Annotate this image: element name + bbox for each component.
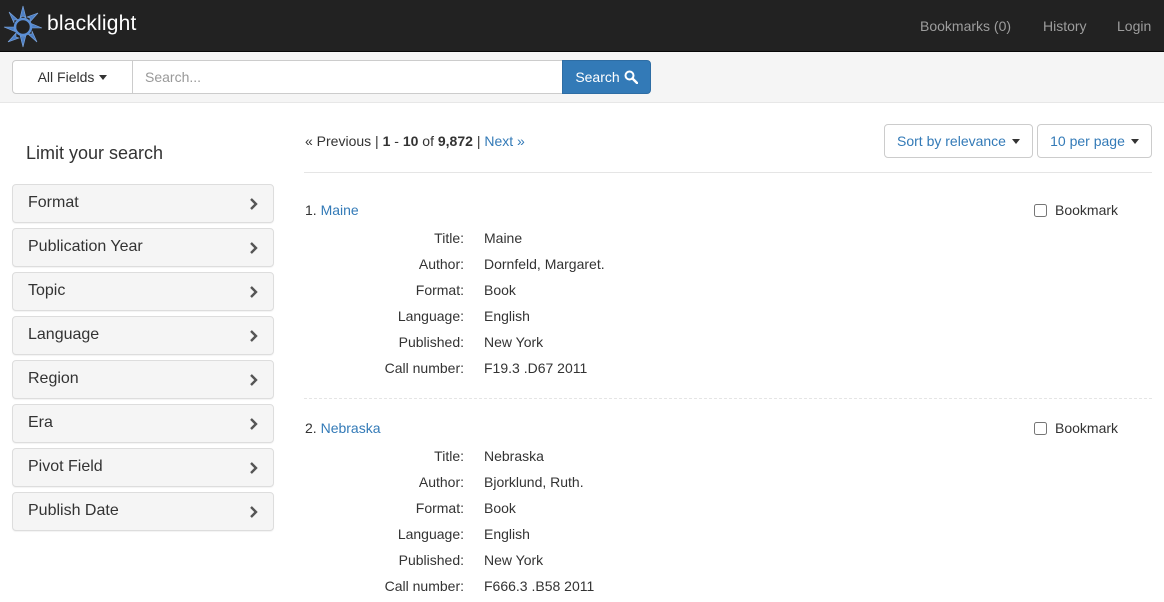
facet-publish-date[interactable]: Publish Date [12,492,274,531]
document-title: 1. Maine [305,202,359,218]
facet-label: Publication Year [28,238,143,255]
language-value: English [484,526,530,542]
document-title: 2. Nebraska [305,420,381,436]
chevron-right-icon [250,286,258,298]
call-number-label: Call number: [384,360,464,376]
search-button-label: Search [575,69,620,85]
facet-format[interactable]: Format [12,184,274,223]
range-start: 1 [382,133,391,149]
published-value: New York [484,552,544,568]
sort-dropdown[interactable]: Sort by relevance [884,124,1033,158]
search-input[interactable] [132,60,563,94]
chevron-right-icon [250,418,258,430]
document-title-link[interactable]: Maine [321,202,359,218]
call-number-label: Call number: [384,578,464,594]
facet-label: Format [28,194,79,211]
facet-label: Region [28,370,79,387]
blacklight-logo-icon[interactable] [2,4,44,48]
bookmark-label: Bookmark [1055,420,1119,436]
bookmark-toggle[interactable]: Bookmark [1034,202,1118,218]
nav-bookmarks-link[interactable]: Bookmarks (0) [920,18,1011,34]
nav-history-link[interactable]: History [1043,18,1087,34]
pagination: « Previous | 1 - 10 of 9,872 | Next » [305,133,525,149]
format-label: Format: [415,500,464,516]
bookmark-checkbox[interactable] [1034,203,1047,217]
bookmark-toggle[interactable]: Bookmark [1034,420,1118,436]
nav-login-link[interactable]: Login [1117,18,1151,34]
author-value: Bjorklund, Ruth. [484,474,584,490]
call-number-value: F666.3 .B58 2011 [484,578,595,594]
bookmark-label: Bookmark [1055,202,1119,218]
document-title-link[interactable]: Nebraska [321,420,381,436]
limit-search-heading: Limit your search [26,143,164,163]
call-number-value: F19.3 .D67 2011 [484,360,588,376]
pager-separator: | [375,133,379,149]
caret-down-icon [1011,138,1020,144]
facet-topic[interactable]: Topic [12,272,274,311]
chevron-right-icon [250,506,258,518]
range-of: of [422,133,434,149]
language-label: Language: [397,526,464,542]
facet-label: Topic [28,282,66,299]
next-link[interactable]: Next » [484,133,524,149]
chevron-right-icon [250,374,258,386]
facet-label: Pivot Field [28,458,103,475]
title-label: Title: [434,448,464,464]
title-value: Nebraska [484,448,544,464]
facet-era[interactable]: Era [12,404,274,443]
facet-label: Publish Date [28,502,119,519]
caret-down-icon [99,74,108,80]
search-field-select-label: All Fields [37,69,95,85]
previous-link: « Previous [305,133,372,149]
per-page-dropdown-label: 10 per page [1050,133,1125,149]
top-navbar: blacklight Bookmarks (0) History Login [0,0,1164,52]
format-value: Book [484,500,516,516]
bookmark-checkbox[interactable] [1034,421,1047,435]
facet-region[interactable]: Region [12,360,274,399]
range-end: 10 [402,133,419,149]
range-dash: - [394,133,399,149]
facet-publication-year[interactable]: Publication Year [12,228,274,267]
search-field-select[interactable]: All Fields [12,60,133,94]
published-label: Published: [398,552,464,568]
facet-pivot-field[interactable]: Pivot Field [12,448,274,487]
chevron-right-icon [250,242,258,254]
document-index: 1. [305,202,317,218]
chevron-right-icon [250,198,258,210]
published-label: Published: [398,334,464,350]
document-divider [304,398,1152,399]
pager-separator: | [476,133,481,149]
sort-dropdown-label: Sort by relevance [897,133,1006,149]
document-index: 2. [305,420,317,436]
chevron-right-icon [250,330,258,342]
format-label: Format: [415,282,464,298]
per-page-dropdown[interactable]: 10 per page [1037,124,1152,158]
chevron-right-icon [250,462,258,474]
brand-name[interactable]: blacklight [47,12,137,36]
search-button[interactable]: Search [562,60,651,94]
total-count: 9,872 [437,133,473,149]
author-label: Author: [418,474,464,490]
language-value: English [484,308,530,324]
results-divider [304,172,1152,173]
facet-label: Language [28,326,100,343]
language-label: Language: [397,308,464,324]
author-label: Author: [418,256,464,272]
caret-down-icon [1130,138,1139,144]
facet-label: Era [28,414,53,431]
author-value: Dornfeld, Margaret. [484,256,605,272]
search-icon [624,70,638,84]
format-value: Book [484,282,516,298]
title-label: Title: [434,230,464,246]
facet-language[interactable]: Language [12,316,274,355]
search-bar: All Fields Search [0,52,1164,103]
published-value: New York [484,334,544,350]
title-value: Maine [484,230,523,246]
